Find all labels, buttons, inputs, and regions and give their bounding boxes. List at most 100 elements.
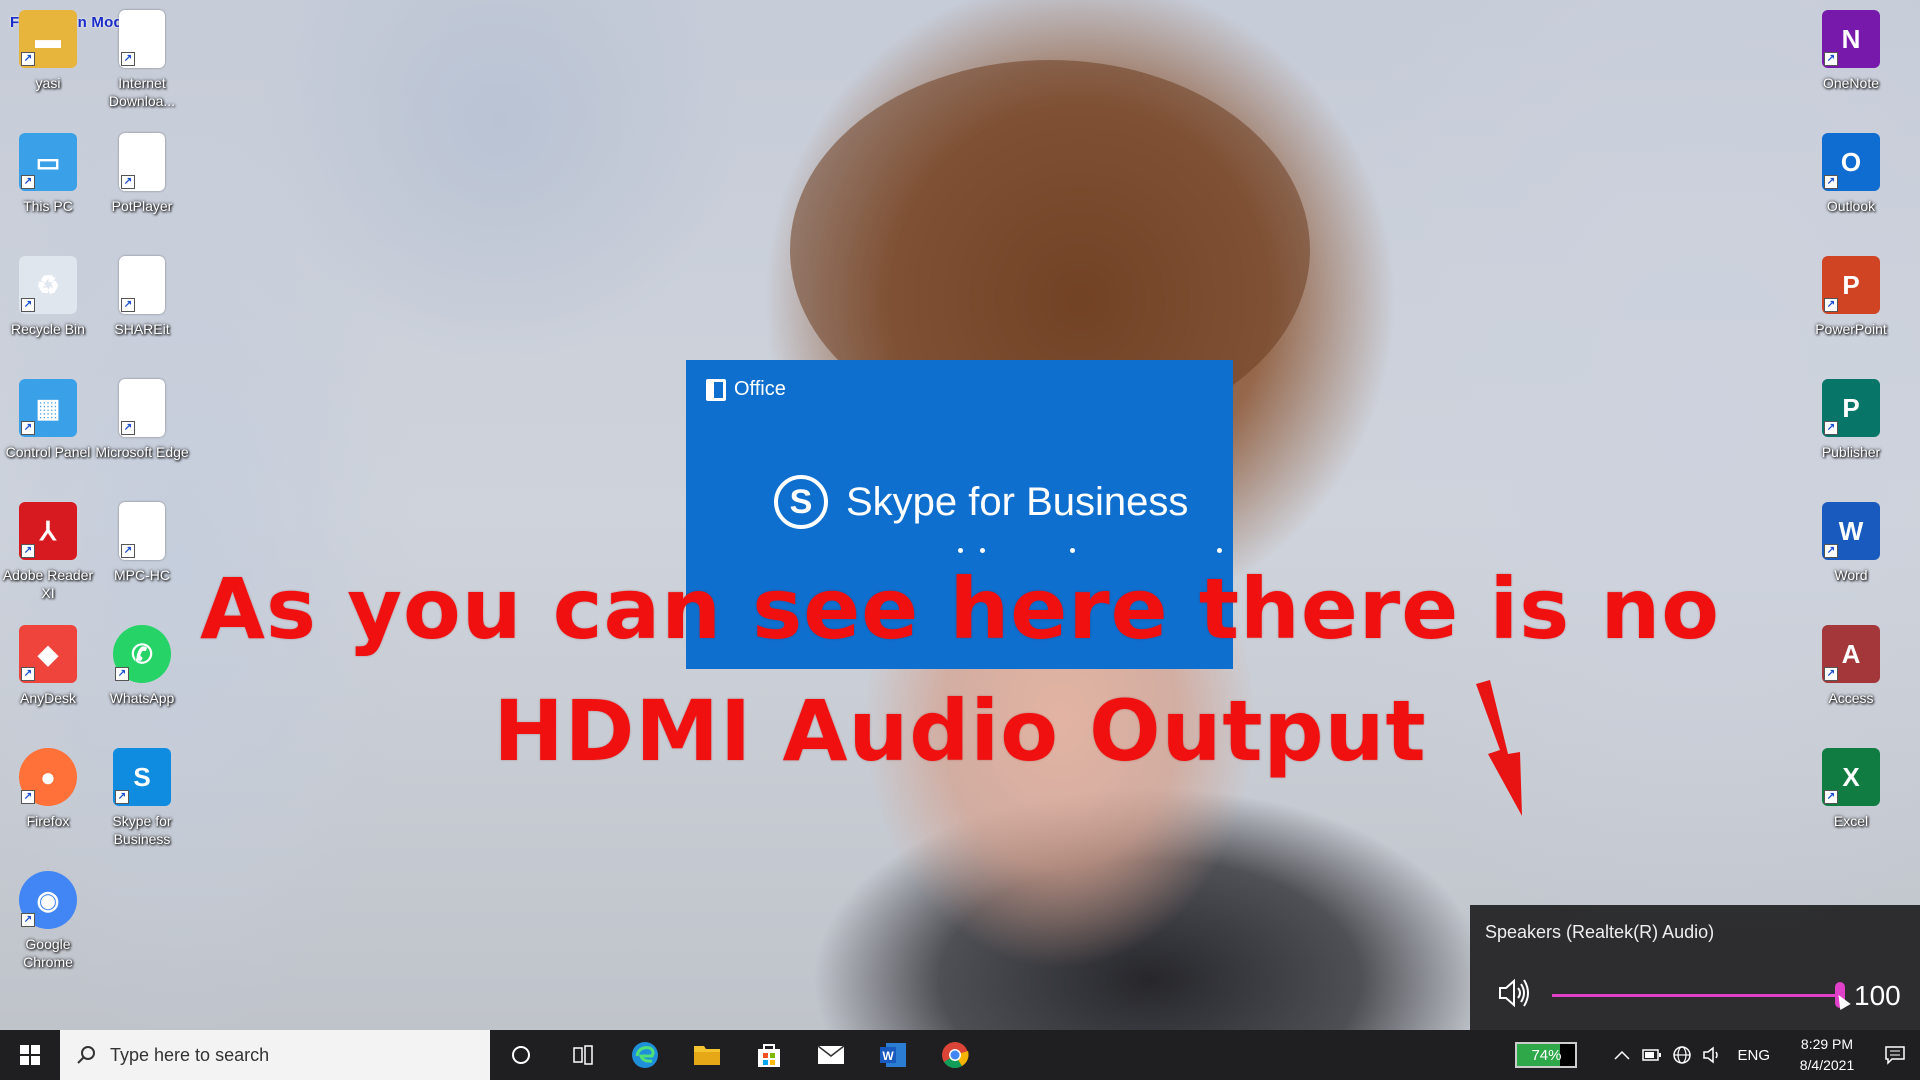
- mail-icon: [817, 1045, 845, 1064]
- loading-dot: [1070, 548, 1075, 553]
- store-icon: [758, 1044, 780, 1067]
- svg-text:W: W: [882, 1049, 894, 1063]
- office-brand: Office: [706, 378, 786, 401]
- shortcut-arrow-icon: ↗: [1824, 667, 1838, 681]
- volume-icon: [1703, 1046, 1719, 1064]
- task-view-icon: [573, 1045, 593, 1065]
- battery-percent: 74%: [1531, 1046, 1562, 1064]
- battery-indicator[interactable]: 74%: [1515, 1042, 1578, 1068]
- office-logo-icon: [706, 378, 726, 401]
- task-view-button[interactable]: [552, 1030, 614, 1080]
- action-center-button[interactable]: [1870, 1045, 1920, 1065]
- volume-tray-button[interactable]: [1697, 1046, 1727, 1064]
- volume-slider-track[interactable]: [1552, 994, 1840, 997]
- document-shortcut-icon: ↗: [119, 379, 165, 437]
- onenote-icon: N ↗: [1822, 10, 1880, 68]
- red-arrow-icon: [1476, 680, 1522, 816]
- shortcut-arrow-icon: ↗: [21, 175, 35, 189]
- desktop-icon[interactable]: ↗ Microsoft Edge: [94, 379, 190, 461]
- desktop-icon[interactable]: ↗ PotPlayer: [94, 133, 190, 215]
- shortcut-arrow-icon: ↗: [121, 544, 135, 558]
- clock-date: 8/4/2021: [1799, 1057, 1855, 1073]
- loading-dot: [1217, 548, 1222, 553]
- outlook-icon: O ↗: [1822, 133, 1880, 191]
- skype-logo-icon: S: [774, 475, 828, 529]
- skype-product: S Skype for Business: [774, 475, 1188, 529]
- windows-logo-icon: [20, 1045, 40, 1065]
- globe-icon: [1673, 1046, 1692, 1064]
- audio-device-name[interactable]: Speakers (Realtek(R) Audio): [1485, 922, 1714, 943]
- desktop-icon-label: Control Panel: [5, 444, 91, 460]
- desktop-icon-label: Internet Downloa...: [108, 75, 176, 109]
- battery-tray-button[interactable]: [1637, 1049, 1667, 1061]
- volume-value: 100: [1854, 980, 1901, 1011]
- desktop-icon-label: Microsoft Edge: [95, 444, 189, 460]
- shortcut-arrow-icon: ↗: [115, 790, 129, 804]
- desktop-icon-label: Excel: [1833, 813, 1869, 829]
- desktop-icon[interactable]: ↗ Internet Downloa...: [94, 10, 190, 110]
- taskbar-clock[interactable]: 8:29 PM 8/4/2021: [1784, 1034, 1870, 1076]
- publisher-icon: P ↗: [1822, 379, 1880, 437]
- document-shortcut-icon: ↗: [119, 133, 165, 191]
- caption-line-1: As you can see here there is no: [200, 560, 1720, 658]
- computer-icon: ▭ ↗: [19, 133, 77, 191]
- shortcut-arrow-icon: ↗: [21, 667, 35, 681]
- speaker-icon[interactable]: [1496, 975, 1532, 1011]
- powerpoint-icon: P ↗: [1822, 256, 1880, 314]
- shortcut-arrow-icon: ↗: [21, 421, 35, 435]
- chevron-up-icon: [1614, 1050, 1631, 1060]
- desktop-icon-label: OneNote: [1822, 75, 1880, 91]
- word-taskbar-button[interactable]: W: [862, 1030, 924, 1080]
- loading-dot: [958, 548, 963, 553]
- edge-icon: [632, 1042, 658, 1068]
- desktop-icon-label: Outlook: [1826, 198, 1876, 214]
- show-hidden-icons-button[interactable]: [1607, 1050, 1637, 1060]
- skype-product-label: Skype for Business: [846, 479, 1189, 524]
- shortcut-arrow-icon: ↗: [21, 52, 35, 66]
- start-button[interactable]: [0, 1030, 60, 1080]
- chrome-taskbar-button[interactable]: [924, 1030, 986, 1080]
- desktop-icon[interactable]: ↗ SHAREit: [94, 256, 190, 338]
- recycle-bin-icon: ♻ ↗: [19, 256, 77, 314]
- desktop-icon[interactable]: O ↗ Outlook: [1803, 133, 1899, 215]
- store-taskbar-button[interactable]: [738, 1030, 800, 1080]
- desktop-icon-label: Skype for Business: [112, 813, 172, 847]
- shortcut-arrow-icon: ↗: [1824, 421, 1838, 435]
- input-language[interactable]: ENG: [1737, 1047, 1770, 1064]
- desktop-icon[interactable]: ♻ ↗ Recycle Bin: [0, 256, 96, 338]
- network-tray-button[interactable]: [1667, 1045, 1697, 1065]
- control-panel-icon: ▦ ↗: [19, 379, 77, 437]
- caption-line-2: HDMI Audio Output: [493, 682, 1427, 780]
- shortcut-arrow-icon: ↗: [115, 667, 129, 681]
- document-shortcut-icon: ↗: [119, 256, 165, 314]
- desktop-icon[interactable]: ◉ ↗ Google Chrome: [0, 871, 96, 971]
- desktop-icon-label: This PC: [23, 198, 73, 214]
- shortcut-arrow-icon: ↗: [121, 298, 135, 312]
- shortcut-arrow-icon: ↗: [121, 421, 135, 435]
- cortana-icon: [512, 1046, 530, 1064]
- adobe-reader-icon: ⅄ ↗: [19, 502, 77, 560]
- desktop-icon[interactable]: ▬ ↗ yasi: [0, 10, 96, 92]
- edge-taskbar-button[interactable]: [614, 1030, 676, 1080]
- desktop-icon-label: SHAREit: [114, 321, 170, 337]
- document-shortcut-icon: ↗: [119, 10, 165, 68]
- file-explorer-taskbar-button[interactable]: [676, 1030, 738, 1080]
- desktop-icon[interactable]: P ↗ PowerPoint: [1803, 256, 1899, 338]
- desktop-icon[interactable]: ▦ ↗ Control Panel: [0, 379, 96, 461]
- mail-taskbar-button[interactable]: [800, 1030, 862, 1080]
- cortana-button[interactable]: [490, 1030, 552, 1080]
- desktop-icon[interactable]: N ↗ OneNote: [1803, 10, 1899, 92]
- loading-dots: [686, 548, 1233, 554]
- chrome-icon: ◉ ↗: [19, 871, 77, 929]
- clock-time: 8:29 PM: [1800, 1036, 1854, 1052]
- shortcut-arrow-icon: ↗: [121, 52, 135, 66]
- desktop-icon[interactable]: P ↗ Publisher: [1803, 379, 1899, 461]
- taskbar-search-box[interactable]: Type here to search: [60, 1030, 490, 1080]
- file-explorer-icon: [694, 1046, 720, 1065]
- desktop-icon[interactable]: ▭ ↗ This PC: [0, 133, 96, 215]
- desktop-icon-label: Recycle Bin: [11, 321, 85, 337]
- folder-icon: ▬ ↗: [19, 10, 77, 68]
- shortcut-arrow-icon: ↗: [1824, 544, 1838, 558]
- loading-dot: [980, 548, 985, 553]
- shortcut-arrow-icon: ↗: [121, 175, 135, 189]
